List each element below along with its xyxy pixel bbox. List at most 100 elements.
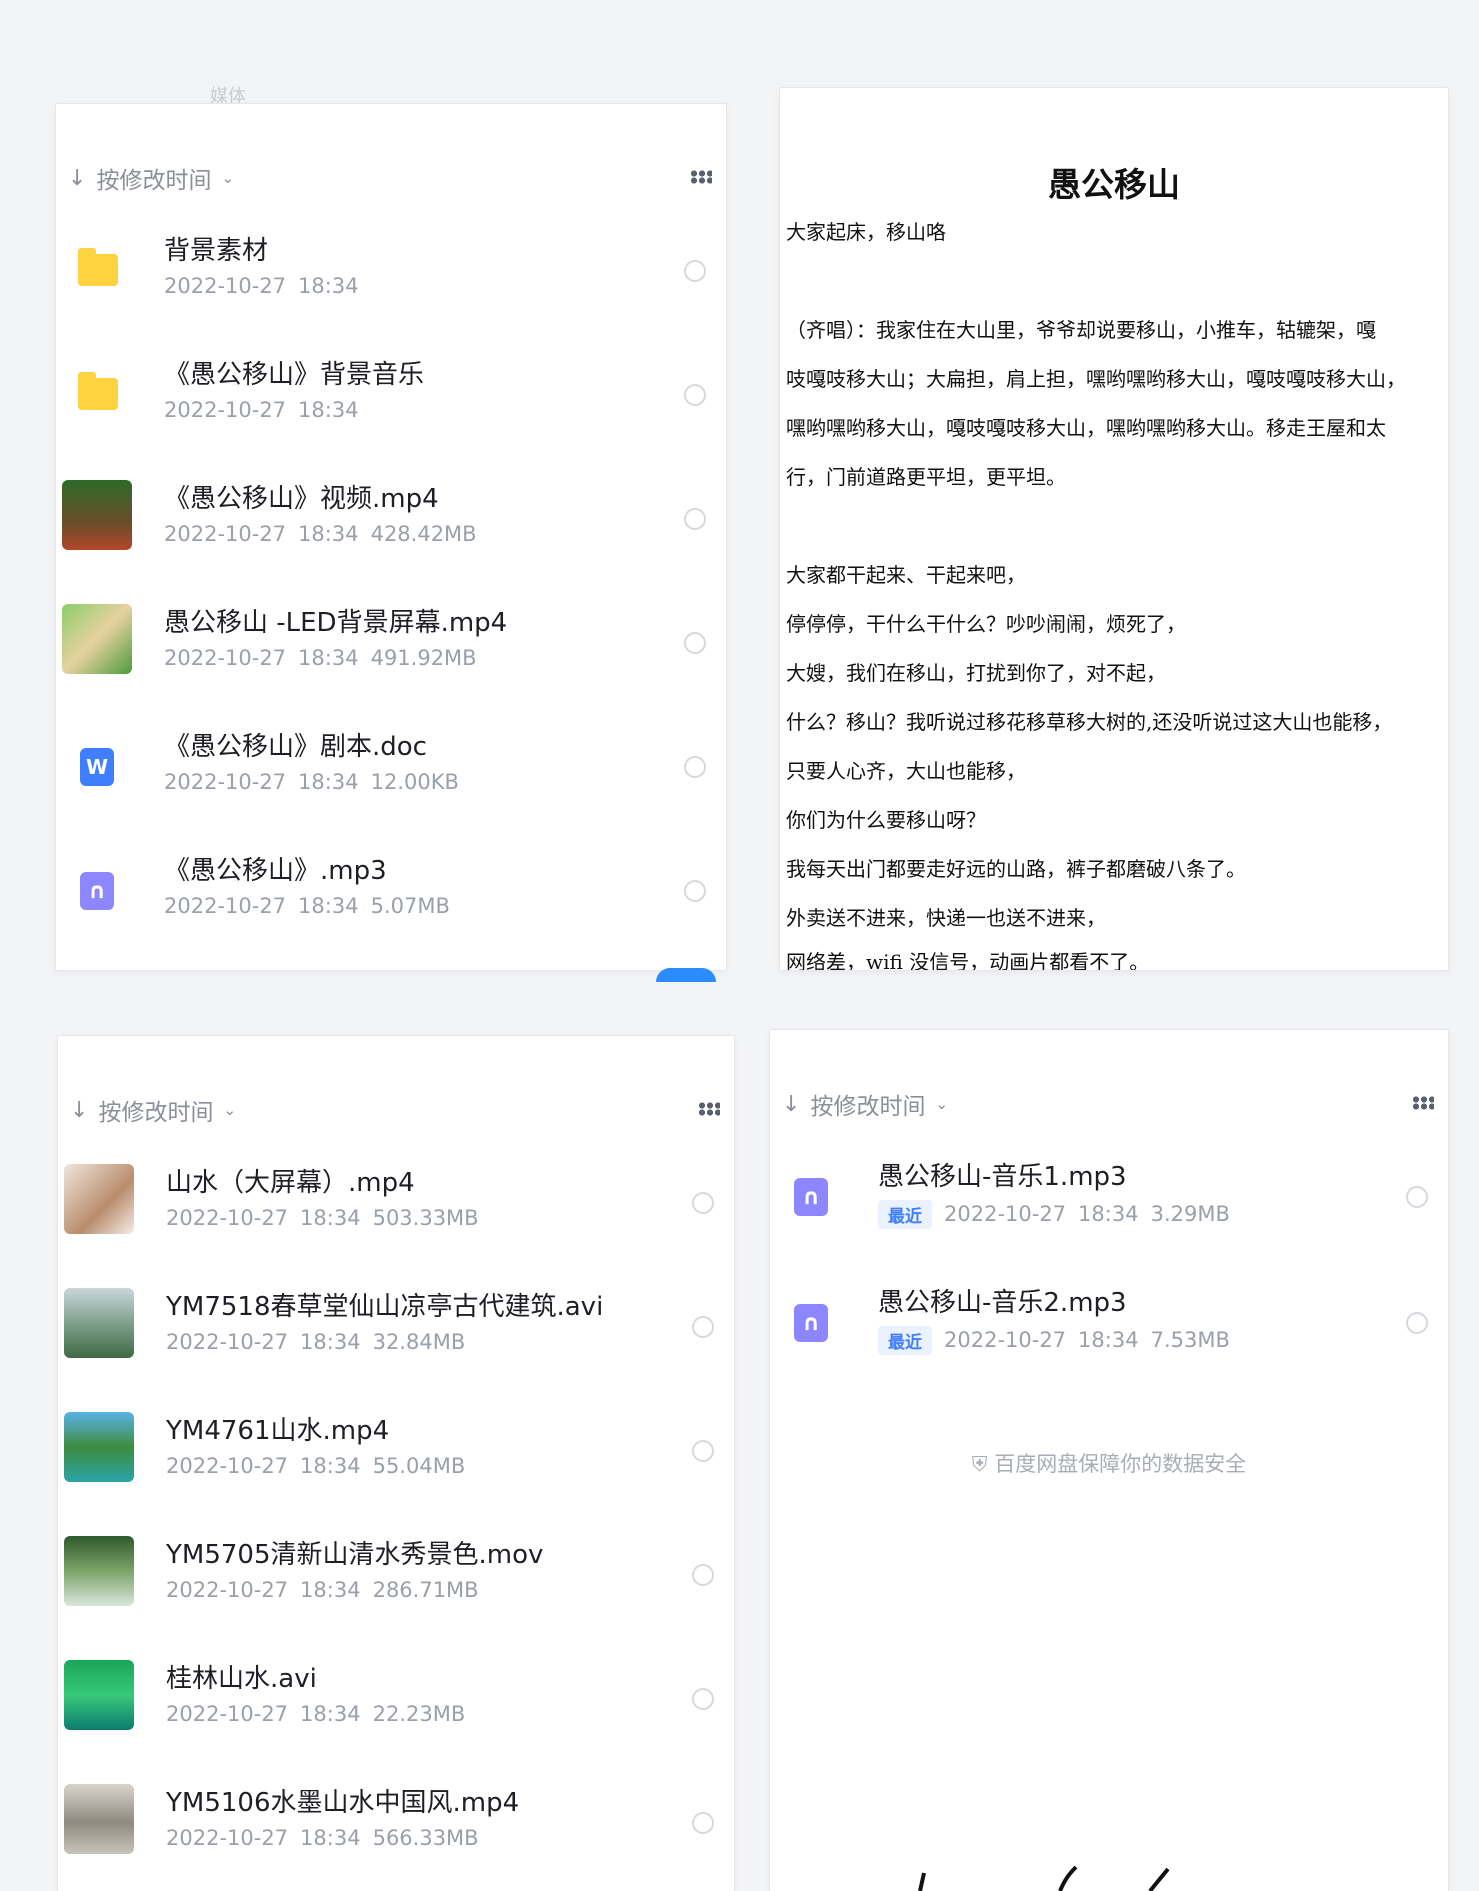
list-item[interactable]: 桂林山水.avi 2022-10-27 18:34 22.23MB [58, 1626, 734, 1750]
sort-label: 按修改时间 [96, 168, 212, 194]
list-item[interactable]: 背景素材 2022-10-27 18:34 [56, 198, 726, 322]
floating-action-button[interactable] [656, 968, 716, 982]
list-item[interactable]: 《愚公移山》背景音乐 2022-10-27 18:34 [56, 322, 726, 446]
document-line: 吱嘎吱移大山；大扁担，肩上担，嘿哟嘿哟移大山，嘎吱嘎吱移大山， [786, 367, 1406, 391]
audio-file-icon: ∩ [80, 872, 114, 910]
document-line: 你们为什么要移山呀？ [786, 808, 986, 832]
file-name: 《愚公移山》视频.mp4 [164, 484, 439, 514]
select-radio[interactable] [684, 508, 706, 530]
select-radio[interactable] [692, 1440, 714, 1462]
video-thumbnail [64, 1784, 134, 1854]
file-name: YM5705清新山清水秀景色.mov [166, 1540, 544, 1570]
file-meta: 2022-10-27 18:34 [164, 398, 359, 422]
folder-icon [78, 248, 118, 286]
sort-label: 按修改时间 [810, 1094, 926, 1120]
list-item[interactable]: YM5705清新山清水秀景色.mov 2022-10-27 18:34 286.71… [58, 1502, 734, 1626]
list-item[interactable]: 山水（大屏幕）.mp4 2022-10-27 18:34 503.33MB [58, 1130, 734, 1254]
list-item[interactable]: ∩ 愚公移山-音乐1.mp3 最近 2022-10-27 18:34 3.29MB [770, 1124, 1448, 1248]
chevron-down-icon: ⌄ [935, 1095, 949, 1113]
file-name: YM7518春草堂仙山凉亭古代建筑.avi [166, 1292, 604, 1322]
select-radio[interactable] [692, 1812, 714, 1834]
document-line: 网络差，wifi 没信号，动画片都看不了。 [786, 950, 1150, 970]
recent-badge: 最近 [878, 1326, 932, 1355]
select-radio[interactable] [692, 1192, 714, 1214]
sort-bar[interactable]: ↓ 按修改时间 ⌄ [68, 158, 714, 198]
sort-arrow-icon: ↓ [68, 165, 87, 191]
file-list-panel-4: ↓ 按修改时间 ⌄ ∩ 愚公移山-音乐1.mp3 最近 2022-10-27 18:… [770, 1030, 1448, 1891]
list-item[interactable]: YM5106水墨山水中国风.mp4 2022-10-27 18:34 566.33M… [58, 1750, 734, 1874]
video-thumbnail [62, 604, 132, 674]
audio-file-icon: ∩ [794, 1304, 828, 1342]
select-radio[interactable] [684, 756, 706, 778]
file-name: 《愚公移山》剧本.doc [164, 732, 427, 762]
chevron-down-icon: ⌄ [223, 1101, 237, 1119]
select-radio[interactable] [1406, 1186, 1428, 1208]
document-line: 大嫂，我们在移山，打扰到你了，对不起， [786, 661, 1166, 685]
list-item[interactable]: 《愚公移山》视频.mp4 2022-10-27 18:34 428.42MB [56, 446, 726, 570]
sort-bar[interactable]: ↓ 按修改时间 ⌄ [70, 1090, 722, 1130]
select-radio[interactable] [692, 1688, 714, 1710]
select-radio[interactable] [692, 1316, 714, 1338]
file-meta: 2022-10-27 18:34 5.07MB [164, 894, 450, 918]
select-radio[interactable] [684, 260, 706, 282]
video-thumbnail [62, 480, 132, 550]
file-name: 愚公移山-音乐2.mp3 [878, 1288, 1127, 1318]
document-line: 外卖送不进来，快递一也送不进来， [786, 906, 1106, 930]
file-name: 山水（大屏幕）.mp4 [166, 1168, 415, 1198]
file-meta: 2022-10-27 18:34 [164, 274, 359, 298]
file-name: 愚公移山-音乐1.mp3 [878, 1162, 1127, 1192]
document-line: 嘿哟嘿哟移大山，嘎吱嘎吱移大山，嘿哟嘿哟移大山。移走王屋和太 [786, 416, 1386, 440]
video-thumbnail [64, 1536, 134, 1606]
security-note: ⛨ 百度网盘保障你的数据安全 [971, 1452, 1247, 1476]
grid-view-icon[interactable] [690, 170, 712, 184]
file-meta: 2022-10-27 18:34 32.84MB [166, 1330, 466, 1354]
document-line: 停停停，干什么干什么？吵吵闹闹，烦死了， [786, 612, 1186, 636]
select-radio[interactable] [1406, 1312, 1428, 1334]
select-radio[interactable] [684, 880, 706, 902]
recent-badge: 最近 [878, 1200, 932, 1229]
list-item[interactable]: W 《愚公移山》剧本.doc 2022-10-27 18:34 12.00KB [56, 694, 726, 818]
video-thumbnail [64, 1164, 134, 1234]
document-line: 大家都干起来、干起来吧， [786, 563, 1026, 587]
list-item[interactable]: 愚公移山 -LED背景屏幕.mp4 2022-10-27 18:34 491.92M… [56, 570, 726, 694]
list-item[interactable]: YM7518春草堂仙山凉亭古代建筑.avi 2022-10-27 18:34 32.… [58, 1254, 734, 1378]
partial-title-scrap: 媒体 [210, 86, 246, 107]
select-radio[interactable] [684, 632, 706, 654]
file-name: 《愚公移山》.mp3 [164, 856, 387, 886]
audio-file-icon: ∩ [794, 1178, 828, 1216]
list-item[interactable]: ∩ 愚公移山-音乐2.mp3 最近 2022-10-27 18:34 7.53MB [770, 1250, 1448, 1374]
document-preview-panel: 愚公移山 大家起床，移山咯 （齐唱）：我家住在大山里，爷爷却说要移山，小推车，轱… [780, 88, 1448, 970]
document-line: （齐唱）：我家住在大山里，爷爷却说要移山，小推车，轱辘架，嘎 [786, 318, 1376, 342]
document-line: 什么？移山？我听说过移花移草移大树的,还没听说过这大山也能移， [786, 710, 1393, 734]
file-meta: 2022-10-27 18:34 503.33MB [166, 1206, 479, 1230]
list-item[interactable]: ∩ 《愚公移山》.mp3 2022-10-27 18:34 5.07MB [56, 818, 726, 942]
file-meta: 2022-10-27 18:34 428.42MB [164, 522, 477, 546]
file-name: YM5106水墨山水中国风.mp4 [166, 1788, 520, 1818]
select-radio[interactable] [692, 1564, 714, 1586]
file-name: 背景素材 [164, 236, 269, 266]
word-doc-icon: W [80, 748, 114, 786]
sort-arrow-icon: ↓ [782, 1091, 801, 1117]
file-name: 《愚公移山》背景音乐 [164, 360, 425, 390]
video-thumbnail [64, 1288, 134, 1358]
file-name: 愚公移山 -LED背景屏幕.mp4 [164, 608, 508, 638]
sort-label: 按修改时间 [98, 1100, 214, 1126]
document-title: 愚公移山 [1048, 165, 1180, 204]
file-meta: 最近 2022-10-27 18:34 7.53MB [878, 1326, 1242, 1355]
grid-view-icon[interactable] [1412, 1096, 1434, 1110]
file-meta: 2022-10-27 18:34 22.23MB [166, 1702, 466, 1726]
file-meta: 2022-10-27 18:34 12.00KB [164, 770, 459, 794]
handwriting-scribble [918, 1865, 1170, 1891]
file-meta: 最近 2022-10-27 18:34 3.29MB [878, 1200, 1242, 1229]
sort-bar[interactable]: ↓ 按修改时间 ⌄ [782, 1084, 1436, 1124]
file-name: 桂林山水.avi [166, 1664, 317, 1694]
document-line: 行，门前道路更平坦，更平坦。 [786, 465, 1066, 489]
shield-icon: ⛨ [971, 1452, 995, 1476]
file-meta: 2022-10-27 18:34 566.33MB [166, 1826, 479, 1850]
grid-view-icon[interactable] [698, 1102, 720, 1116]
video-thumbnail [64, 1660, 134, 1730]
document-line: 只要人心齐，大山也能移， [786, 759, 1026, 783]
select-radio[interactable] [684, 384, 706, 406]
list-item[interactable]: YM4761山水.mp4 2022-10-27 18:34 55.04MB [58, 1378, 734, 1502]
document-line: 我每天出门都要走好远的山路，裤子都磨破八条了。 [786, 857, 1246, 881]
